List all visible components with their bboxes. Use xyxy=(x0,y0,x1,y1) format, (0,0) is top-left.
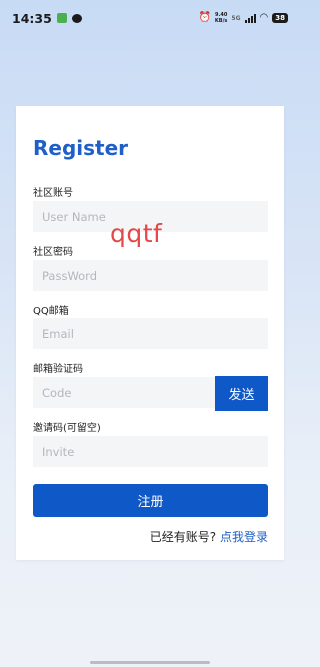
code-label: 邮箱验证码 xyxy=(33,364,83,375)
password-label: 社区密码 xyxy=(33,247,73,258)
invite-input[interactable] xyxy=(33,436,268,467)
register-button[interactable]: 注册 xyxy=(33,484,268,517)
home-indicator[interactable] xyxy=(90,661,210,664)
username-label: 社区账号 xyxy=(33,188,73,199)
network-type: 5G xyxy=(231,14,241,22)
wifi-icon: ◠ xyxy=(259,12,269,23)
login-prompt-text: 已经有账号? xyxy=(149,530,217,544)
status-bar-left: 14:35 xyxy=(12,11,82,26)
status-time: 14:35 xyxy=(12,10,52,26)
network-speed: 9.40 KB/s xyxy=(215,12,228,24)
code-input[interactable] xyxy=(33,377,215,408)
page-title: Register xyxy=(33,136,129,160)
alarm-icon: ⏰ xyxy=(198,12,211,23)
status-bar-right: ⏰ 9.40 KB/s 5G ◠ 38 xyxy=(198,12,288,24)
register-card: Register 社区账号 社区密码 QQ邮箱 邮箱验证码 发送 邀请码(可留空… xyxy=(16,106,284,560)
network-speed-unit: KB/s xyxy=(214,18,228,24)
email-label: QQ邮箱 xyxy=(33,306,69,317)
chat-notification-icon xyxy=(71,13,82,23)
email-input[interactable] xyxy=(33,318,268,349)
login-prompt: 已经有账号? 点我登录 xyxy=(150,528,268,545)
password-input[interactable] xyxy=(33,260,268,291)
signal-icon xyxy=(244,13,256,23)
status-bar: 14:35 ⏰ 9.40 KB/s 5G ◠ 38 xyxy=(0,0,300,36)
login-link[interactable]: 点我登录 xyxy=(220,530,268,544)
send-code-button[interactable]: 发送 xyxy=(215,376,268,411)
app-notification-icon xyxy=(56,13,67,23)
invite-label: 邀请码(可留空) xyxy=(33,423,101,434)
watermark: qqtf xyxy=(110,219,163,248)
battery-icon: 38 xyxy=(272,13,288,23)
